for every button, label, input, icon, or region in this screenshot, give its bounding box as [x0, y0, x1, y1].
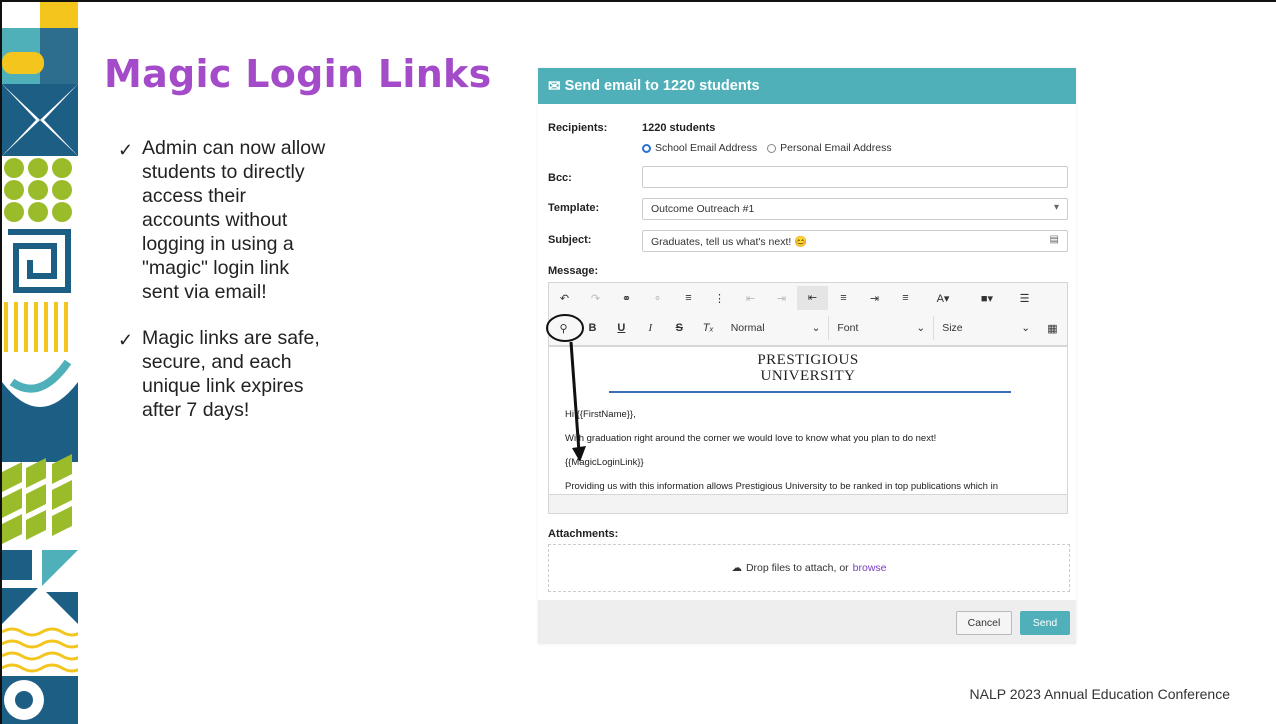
chevron-down-icon: ⌄	[916, 322, 926, 334]
image-icon[interactable]: ▦	[1038, 322, 1067, 335]
align-center-icon[interactable]: ≡	[828, 292, 859, 304]
align-right-icon[interactable]: ⇥	[859, 292, 890, 305]
bullet-list: ✓ Admin can now allow students to direct…	[118, 136, 328, 444]
check-icon: ✓	[118, 140, 134, 160]
underline-button[interactable]: U	[607, 322, 636, 334]
dialog-header: ✉ Send email to 1220 students	[538, 68, 1076, 104]
format-select-value: Normal	[730, 322, 765, 334]
bcc-label: Bcc:	[548, 172, 572, 184]
cloud-upload-icon: ☁	[731, 562, 742, 574]
format-select[interactable]: Normal ⌄	[723, 316, 829, 340]
body-line-3: Providing us with this information allow…	[565, 481, 998, 492]
send-email-dialog: ✉ Send email to 1220 students Recipients…	[538, 68, 1076, 644]
radio-school-email[interactable]	[642, 143, 651, 153]
slide-title: Magic Login Links	[104, 52, 492, 96]
subject-input[interactable]: Graduates, tell us what's next! 😊 ▤	[642, 230, 1068, 252]
radio-school-email-label[interactable]: School Email Address	[655, 142, 757, 154]
bullet-list-icon[interactable]: ⋮	[704, 292, 735, 305]
chevron-down-icon: ⌄	[1021, 322, 1031, 334]
toolbar-row-2: ⚲ B U I S Tₓ Normal ⌄ Font ⌄ Size ⌄ ▦	[549, 313, 1067, 343]
header-rule	[609, 391, 1011, 393]
background-color-icon[interactable]: ■▾	[965, 292, 1009, 305]
align-left-icon[interactable]: ⇤	[797, 286, 828, 310]
magic-link-token: {{MagicLoginLink}}	[565, 457, 644, 468]
subject-value: Graduates, tell us what's next! 😊	[651, 235, 808, 248]
email-type-radio-group: School Email Address Personal Email Addr…	[642, 142, 892, 154]
slide-footer: NALP 2023 Annual Education Conference	[969, 686, 1231, 702]
university-logo-line2: UNIVERSITY	[760, 368, 856, 384]
recipients-value: 1220 students	[642, 122, 716, 134]
check-icon: ✓	[118, 330, 134, 350]
chevron-down-icon: ⌄	[811, 322, 821, 334]
radio-personal-email[interactable]	[767, 143, 777, 153]
attachment-dropzone[interactable]: ☁ Drop files to attach, or browse	[548, 544, 1070, 592]
unlink-icon[interactable]: ⚬	[642, 292, 673, 305]
editor-toolbar: ↶ ↷ ⚭ ⚬ ≡ ⋮ ⇤ ⇥ ⇤ ≡ ⇥ ≡ A▾ ■▾ ☰ ⚲ B U I …	[548, 282, 1068, 346]
template-select[interactable]: Outcome Outreach #1 ▾	[642, 198, 1068, 220]
dialog-title: Send email to 1220 students	[564, 78, 760, 94]
bullet-text: Magic links are safe, secure, and each u…	[142, 327, 320, 421]
dropzone-text: Drop files to attach, or	[745, 562, 849, 574]
greeting-text: Hi {{FirstName}},	[565, 409, 636, 420]
size-select-value: Size	[942, 322, 963, 334]
pattern-graphic	[2, 2, 78, 724]
template-select-value: Outcome Outreach #1	[651, 203, 755, 215]
editor-resize-bar[interactable]	[548, 494, 1068, 514]
text-color-icon[interactable]: A▾	[921, 292, 965, 305]
clear-format-button[interactable]: Tₓ	[694, 322, 723, 334]
size-select[interactable]: Size ⌄	[933, 316, 1038, 340]
cancel-button[interactable]: Cancel	[956, 611, 1012, 635]
template-label: Template:	[548, 202, 600, 214]
bold-button[interactable]: B	[578, 322, 607, 334]
radio-personal-email-label[interactable]: Personal Email Address	[780, 142, 891, 154]
redo-icon[interactable]: ↷	[580, 292, 611, 305]
bullet-text: Admin can now allow students to directly…	[142, 137, 326, 303]
tag-icon[interactable]: ⚲	[549, 322, 578, 335]
font-select[interactable]: Font ⌄	[828, 316, 933, 340]
ordered-list-icon[interactable]: ≡	[673, 292, 704, 304]
undo-icon[interactable]: ↶	[549, 292, 580, 305]
send-button[interactable]: Send	[1020, 611, 1070, 635]
message-label: Message:	[548, 265, 599, 277]
recipients-label: Recipients:	[548, 122, 608, 134]
mail-icon: ✉	[548, 78, 561, 95]
dialog-footer: Cancel Send	[538, 600, 1076, 644]
toolbar-row-1: ↶ ↷ ⚭ ⚬ ≡ ⋮ ⇤ ⇥ ⇤ ≡ ⇥ ≡ A▾ ■▾ ☰	[549, 283, 1067, 313]
attachments-label: Attachments:	[548, 528, 619, 540]
align-justify-icon[interactable]: ≡	[890, 292, 921, 304]
strike-button[interactable]: S	[665, 322, 694, 334]
university-logo-line1: PRESTIGIOUS	[757, 352, 859, 368]
outdent-icon[interactable]: ⇤	[735, 292, 766, 305]
browse-link[interactable]: browse	[853, 562, 887, 574]
card-icon[interactable]: ▤	[1050, 234, 1059, 245]
indent-icon[interactable]: ⇥	[766, 292, 797, 305]
body-line-1: With graduation right around the corner …	[565, 433, 937, 444]
bullet-item: ✓ Magic links are safe, secure, and each…	[118, 326, 328, 422]
italic-button[interactable]: I	[636, 322, 665, 334]
bcc-input[interactable]	[642, 166, 1068, 188]
font-select-value: Font	[837, 322, 859, 334]
link-icon[interactable]: ⚭	[611, 292, 642, 305]
horizontal-rule-icon[interactable]: ☰	[1009, 292, 1040, 305]
chevron-down-icon: ▾	[1053, 202, 1059, 213]
bullet-item: ✓ Admin can now allow students to direct…	[118, 136, 328, 304]
decorative-pattern-strip	[2, 2, 78, 724]
message-editor[interactable]: PRESTIGIOUS UNIVERSITY Hi {{FirstName}},…	[548, 346, 1068, 514]
subject-label: Subject:	[548, 234, 592, 246]
